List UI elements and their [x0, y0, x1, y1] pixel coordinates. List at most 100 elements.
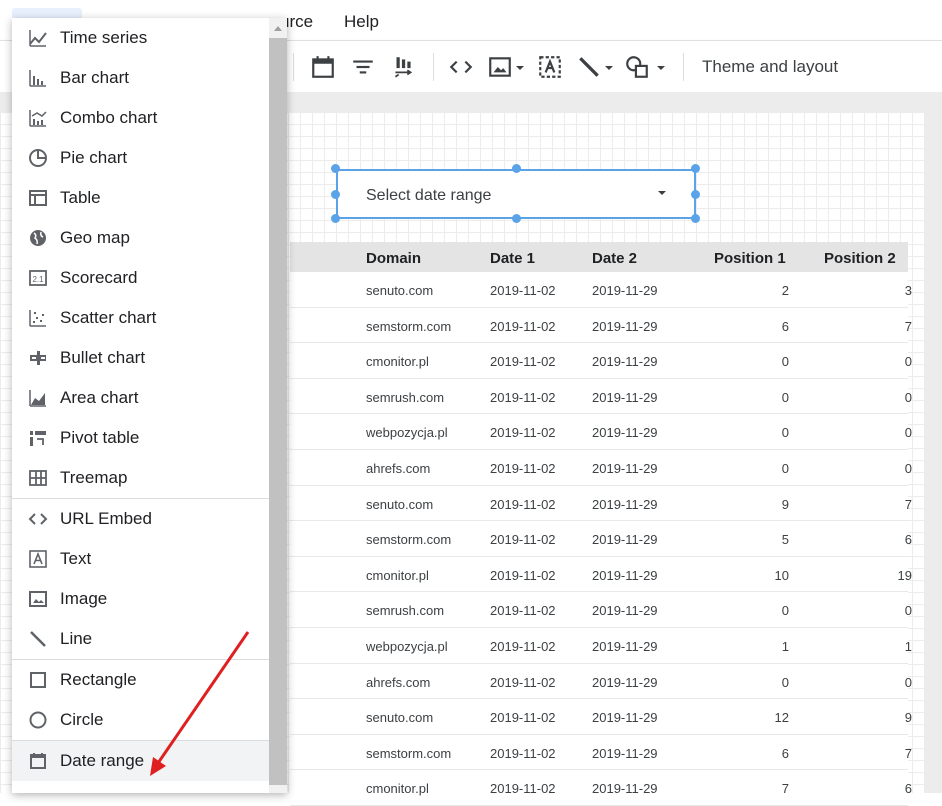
table-row[interactable]: cmonitor.pl 2019-11-02 2019-11-29 7 6: [290, 770, 912, 806]
column-header-date-2[interactable]: Date 2: [592, 250, 637, 267]
menu-item-image[interactable]: Image: [12, 579, 287, 619]
code-embed-icon[interactable]: [448, 54, 474, 80]
table-row[interactable]: senuto.com 2019-11-02 2019-11-29 9 7: [290, 485, 912, 522]
menu-item-bar-chart[interactable]: Bar chart: [12, 58, 287, 98]
cell-domain: cmonitor.pl: [366, 567, 429, 583]
resize-handle[interactable]: [331, 164, 340, 173]
cell-position-1: 0: [781, 425, 789, 441]
menu-item-bullet-chart[interactable]: Bullet chart: [12, 338, 287, 378]
cell-date-1: 2019-11-02: [490, 532, 556, 548]
cell-position-2: 6: [904, 781, 912, 797]
resize-handle[interactable]: [331, 214, 340, 223]
scroll-thumb[interactable]: [269, 38, 287, 785]
cell-domain: semrush.com: [366, 389, 445, 405]
menu-item-pie-chart[interactable]: Pie chart: [12, 138, 287, 178]
cell-date-1: 2019-11-02: [490, 638, 556, 654]
table-row[interactable]: semstorm.com 2019-11-02 2019-11-29 6 7: [290, 307, 912, 344]
data-table[interactable]: Domain Date 1 Date 2 Position 1 Position…: [290, 242, 912, 806]
image-icon[interactable]: [487, 54, 513, 80]
cell-position-1: 5: [781, 532, 789, 548]
cell-date-2: 2019-11-29: [592, 638, 658, 654]
menu-item-time-series[interactable]: Time series: [12, 18, 287, 58]
scroll-up-icon[interactable]: [274, 26, 282, 31]
chevron-down-icon[interactable]: [515, 65, 525, 71]
menu-item-label: Time series: [60, 28, 148, 47]
table-row[interactable]: webpozycja.pl 2019-11-02 2019-11-29 1 1: [290, 627, 912, 664]
cell-date-2: 2019-11-29: [592, 745, 658, 761]
filter-icon[interactable]: [350, 54, 376, 80]
code-icon: [28, 513, 48, 525]
calendar-icon: [30, 753, 46, 769]
cell-date-2: 2019-11-29: [592, 389, 658, 405]
cell-domain: ahrefs.com: [366, 674, 431, 690]
table-row[interactable]: senuto.com 2019-11-02 2019-11-29 2 3: [290, 272, 912, 308]
resize-handle[interactable]: [691, 190, 700, 199]
calendar-icon[interactable]: [310, 54, 336, 80]
resize-handle[interactable]: [691, 214, 700, 223]
column-header-position-1[interactable]: Position 1: [714, 250, 786, 267]
menu-item-line[interactable]: Line: [12, 619, 287, 659]
cell-date-2: 2019-11-29: [592, 603, 658, 619]
chevron-down-icon[interactable]: [656, 65, 666, 71]
column-header-domain[interactable]: Domain: [366, 250, 421, 267]
menu-item-label: Table: [60, 188, 101, 207]
cell-position-1: 12: [774, 710, 789, 726]
menu-item-label: Geo map: [60, 228, 130, 247]
cell-date-1: 2019-11-02: [490, 745, 556, 761]
shape-icon[interactable]: [624, 54, 650, 80]
line-icon[interactable]: [576, 54, 602, 80]
menu-scrollbar[interactable]: [269, 18, 287, 793]
table-row[interactable]: semstorm.com 2019-11-02 2019-11-29 5 6: [290, 521, 912, 557]
menu-item-table[interactable]: Table: [12, 178, 287, 218]
menu-item-scatter-chart[interactable]: Scatter chart: [12, 298, 287, 338]
date-range-control[interactable]: Select date range: [336, 169, 696, 219]
theme-and-layout-button[interactable]: Theme and layout: [702, 57, 838, 77]
data-control-icon[interactable]: [390, 54, 416, 80]
chevron-down-icon[interactable]: [658, 191, 666, 195]
table-row[interactable]: webpozycja.pl 2019-11-02 2019-11-29 0 0: [290, 414, 912, 450]
cell-position-1: 0: [781, 389, 789, 405]
text-box-icon[interactable]: [537, 54, 563, 80]
date-range-placeholder: Select date range: [366, 187, 492, 204]
table-row[interactable]: cmonitor.pl 2019-11-02 2019-11-29 10 19: [290, 556, 912, 593]
table-row[interactable]: senuto.com 2019-11-02 2019-11-29 12 9: [290, 699, 912, 735]
menu-item-label: Area chart: [60, 388, 139, 407]
table-row[interactable]: semrush.com 2019-11-02 2019-11-29 0 0: [290, 592, 912, 628]
table-row[interactable]: semstorm.com 2019-11-02 2019-11-29 6 7: [290, 734, 912, 771]
cell-date-1: 2019-11-02: [490, 389, 556, 405]
cell-date-1: 2019-11-02: [490, 781, 556, 797]
menu-item-label: Treemap: [60, 468, 128, 487]
menu-item-pivot-table[interactable]: Pivot table: [12, 418, 287, 458]
menu-item-area-chart[interactable]: Area chart: [12, 378, 287, 418]
resize-handle[interactable]: [512, 164, 521, 173]
menu-item-scorecard[interactable]: 2.1 Scorecard: [12, 258, 287, 298]
menu-item-date-range[interactable]: Date range: [12, 741, 287, 781]
menu-item-label: Date range: [60, 751, 145, 770]
column-header-date-1[interactable]: Date 1: [490, 250, 535, 267]
resize-handle[interactable]: [331, 190, 340, 199]
cell-domain: senuto.com: [366, 283, 434, 298]
menu-item-geo-map[interactable]: Geo map: [12, 218, 287, 258]
table-row[interactable]: ahrefs.com 2019-11-02 2019-11-29 0 0: [290, 663, 912, 700]
menu-item-treemap[interactable]: Treemap: [12, 458, 287, 498]
menu-item-url-embed[interactable]: URL Embed: [12, 499, 287, 539]
table-row[interactable]: cmonitor.pl 2019-11-02 2019-11-29 0 0: [290, 343, 912, 379]
resize-handle[interactable]: [512, 214, 521, 223]
cell-position-1: 7: [781, 781, 789, 797]
resize-handle[interactable]: [691, 164, 700, 173]
chevron-down-icon[interactable]: [604, 65, 614, 71]
table-row[interactable]: semrush.com 2019-11-02 2019-11-29 0 0: [290, 378, 912, 415]
image-icon: [29, 591, 47, 607]
menu-item-text[interactable]: Text: [12, 539, 287, 579]
cell-position-2: 1: [904, 638, 912, 654]
table-row[interactable]: ahrefs.com 2019-11-02 2019-11-29 0 0: [290, 449, 912, 486]
cell-date-2: 2019-11-29: [592, 283, 658, 298]
menu-item-circle[interactable]: Circle: [12, 700, 287, 740]
menu-item-label: Bullet chart: [60, 348, 146, 367]
column-header-position-2[interactable]: Position 2: [824, 250, 896, 267]
cell-domain: cmonitor.pl: [366, 354, 429, 370]
menu-item-rectangle[interactable]: Rectangle: [12, 660, 287, 700]
menu-item-combo-chart[interactable]: Combo chart: [12, 98, 287, 138]
rectangle-icon: [30, 672, 46, 688]
menu-help[interactable]: Help: [344, 12, 379, 32]
